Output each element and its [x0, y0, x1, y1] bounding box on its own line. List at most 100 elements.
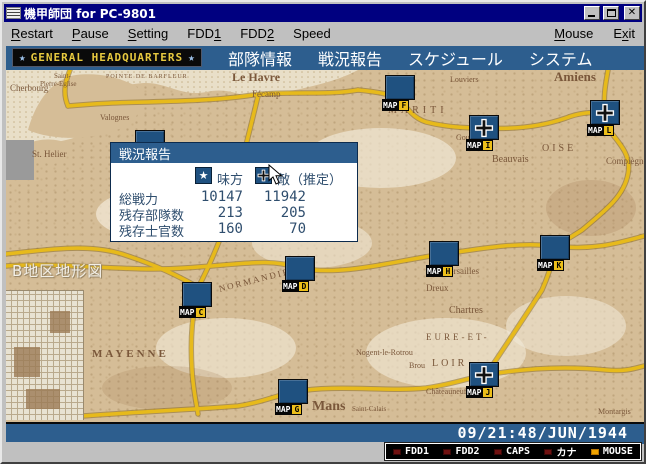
indicator-label: FDD1: [405, 446, 429, 457]
map-marker-label-C[interactable]: MAPC: [179, 306, 206, 318]
menu-item-pause[interactable]: Pause: [72, 26, 109, 41]
hq-banner: ★ GENERAL HEADQUARTERS ★: [12, 48, 202, 67]
game-menu-item[interactable]: 部隊情報: [228, 46, 292, 70]
place-name: Dreux: [426, 284, 449, 293]
map-marker-label-I[interactable]: MAPI: [466, 139, 493, 151]
led-icon: [591, 449, 599, 455]
place-name: Compiègne: [606, 157, 644, 166]
menu-item-mouse[interactable]: Mouse: [554, 26, 593, 41]
inset-block: [14, 347, 40, 377]
place-name: Mans: [312, 400, 345, 414]
map-marker-G[interactable]: [278, 379, 308, 404]
menu-item-exit[interactable]: Exit: [613, 26, 635, 41]
marker-letter: C: [196, 308, 205, 317]
marker-letter: F: [399, 101, 408, 110]
map-marker-label-G[interactable]: MAPG: [275, 403, 302, 415]
maximize-button[interactable]: [603, 6, 619, 20]
game-header-bar: ★ GENERAL HEADQUARTERS ★ 部隊情報 戦況報告 スケジュール シ…: [6, 46, 644, 70]
minimize-button[interactable]: [584, 6, 600, 20]
menu-item-fdd1[interactable]: FDD1: [187, 26, 221, 41]
map-marker-D[interactable]: [285, 256, 315, 281]
star-icon: ★: [19, 51, 26, 64]
game-menu-item[interactable]: スケジュール: [408, 46, 503, 70]
map-marker-label-L[interactable]: MAPL: [587, 124, 614, 136]
place-name: Cherbourg: [10, 84, 48, 93]
led-icon: [544, 449, 552, 455]
menu-right-group: Mouse Exit: [534, 26, 635, 41]
map-marker-H[interactable]: [429, 241, 459, 266]
place-name: Amiens: [554, 70, 596, 83]
game-menu-item[interactable]: システム: [529, 46, 593, 70]
report-ally-value: 213: [185, 205, 243, 221]
map-marker-I[interactable]: [469, 115, 499, 140]
app-icon: [6, 7, 21, 19]
marker-prefix: MAP: [276, 405, 290, 414]
indicator-カナ: カナ: [544, 444, 576, 459]
place-name: Louviers: [450, 76, 478, 84]
report-row: 残存部隊数213205: [111, 205, 359, 221]
menu-bar: Restart Pause Setting FDD1 FDD2 Speed Mouse Ex…: [4, 22, 642, 44]
menu-item-restart[interactable]: Restart: [11, 26, 53, 41]
game-menu: 部隊情報 戦況報告 スケジュール システム: [228, 46, 592, 70]
place-name: MAYENNE: [92, 349, 169, 360]
map-marker-L[interactable]: [590, 100, 620, 125]
place-name: POINTE DE BARFLEUR: [106, 74, 188, 80]
marker-letter: G: [292, 405, 301, 414]
map-marker-F[interactable]: [385, 75, 415, 100]
marker-prefix: MAP: [283, 282, 297, 291]
marker-prefix: MAP: [180, 308, 194, 317]
battle-report-dialog: 戦況報告 ★ 味方 敵（推定） 総戦力1014711942残存部隊数213205…: [110, 142, 358, 242]
german-cross-icon: [595, 103, 615, 123]
marker-prefix: MAP: [467, 388, 481, 397]
menu-item-speed[interactable]: Speed: [293, 26, 331, 41]
map-marker-label-F[interactable]: MAPF: [382, 99, 409, 111]
indicator-label: FDD2: [455, 446, 479, 457]
enemy-cross-icon: [255, 167, 272, 184]
indicator-caps: CAPS: [494, 446, 530, 457]
app-window: 機甲師団 for PC-9801 ✕ RestartPauseSettingFD…: [0, 0, 646, 464]
district-b-inset-map: [6, 290, 84, 420]
map-marker-C[interactable]: [182, 282, 212, 307]
marker-prefix: MAP: [383, 101, 397, 110]
indicator-label: カナ: [556, 444, 576, 459]
indicator-fdd1: FDD1: [393, 446, 429, 457]
german-cross-icon: [474, 118, 494, 138]
menu-item-fdd2[interactable]: FDD2: [240, 26, 274, 41]
map-marker-label-D[interactable]: MAPD: [282, 280, 309, 292]
title-bar: 機甲師団 for PC-9801 ✕: [4, 4, 642, 22]
close-button[interactable]: ✕: [624, 6, 640, 20]
close-icon: ✕: [628, 8, 636, 18]
ally-star-icon: ★: [195, 167, 212, 184]
place-name: Brou: [409, 362, 425, 370]
enemy-header: 敵（推定）: [277, 169, 342, 188]
indicator-panel: FDD1 FDD2 CAPS カナ MOUSE: [385, 443, 641, 460]
menu-item-setting[interactable]: Setting: [128, 26, 168, 41]
place-name: EURE-ET-: [426, 333, 490, 342]
place-name: Montargis: [598, 408, 631, 416]
bottom-status-bar: FDD1 FDD2 CAPS カナ MOUSE: [4, 442, 642, 460]
place-name: Valognes: [100, 114, 129, 122]
place-name: Beauvais: [492, 155, 529, 165]
marker-prefix: MAP: [588, 126, 602, 135]
place-name: Nogent-le-Rotrou: [356, 349, 413, 357]
map-marker-label-K[interactable]: MAPK: [537, 259, 564, 271]
led-icon: [393, 449, 401, 455]
window-title: 機甲師団 for PC-9801: [24, 5, 581, 22]
place-name: Fécamp: [252, 90, 281, 99]
map-marker-label-J[interactable]: MAPJ: [466, 386, 493, 398]
indicator-mouse: MOUSE: [591, 446, 633, 457]
map-marker-J[interactable]: [469, 362, 499, 387]
game-menu-item[interactable]: 戦況報告: [318, 46, 382, 70]
map-marker-label-H[interactable]: MAPH: [426, 265, 453, 277]
report-enemy-value: 205: [248, 205, 306, 221]
map-gray-block: [6, 140, 34, 180]
hq-banner-text: GENERAL HEADQUARTERS: [31, 51, 183, 64]
place-name: Saint-Calais: [352, 406, 386, 413]
place-name: LOIR: [432, 359, 467, 369]
map-marker-K[interactable]: [540, 235, 570, 260]
game-screen: B地区地形図 MAPFMAPIMAPLMAPDMAPCMAPHMAPKMAPGM…: [6, 46, 644, 444]
dialog-body: ★ 味方 敵（推定） 総戦力1014711942残存部隊数213205残存士官数…: [111, 163, 357, 241]
marker-letter: I: [483, 141, 492, 150]
place-name: Châteauneuf: [426, 388, 466, 396]
star-icon: ★: [188, 51, 195, 64]
